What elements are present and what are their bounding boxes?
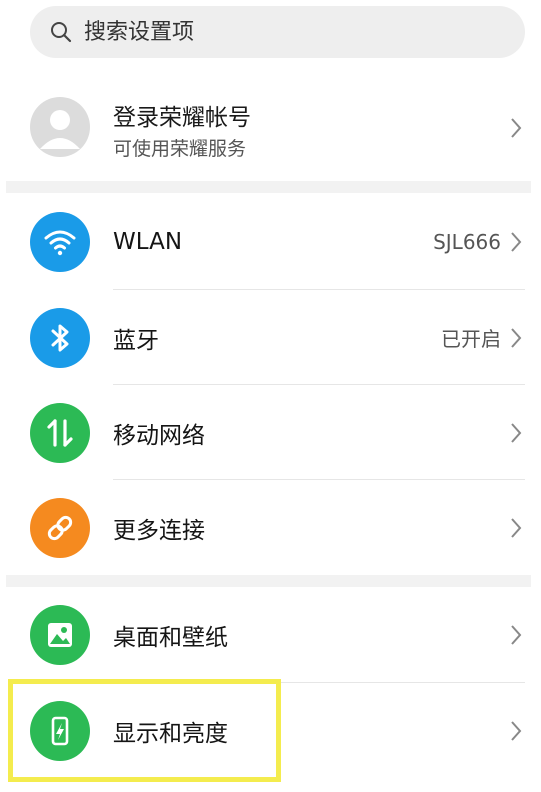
section-gap (6, 181, 531, 193)
account-title: 登录荣耀帐号 (113, 105, 251, 131)
bluetooth-status: 已开启 (441, 327, 501, 351)
settings-item-more-connections[interactable]: 更多连接 (0, 480, 541, 575)
chevron-right-icon (509, 230, 523, 254)
section-gap (6, 575, 531, 587)
link-icon (30, 497, 90, 558)
mobile-data-icon (30, 402, 90, 463)
avatar (30, 97, 90, 157)
settings-item-label: 桌面和壁纸 (113, 624, 228, 651)
settings-item-display-brightness[interactable]: 显示和亮度 (0, 683, 541, 778)
search-input[interactable] (84, 19, 464, 45)
chevron-right-icon (509, 116, 523, 140)
search-icon (50, 21, 72, 43)
bluetooth-icon (30, 307, 90, 368)
settings-item-label: 显示和亮度 (113, 720, 228, 747)
wlan-network-name: SJL666 (433, 229, 501, 254)
settings-item-label: 移动网络 (113, 422, 205, 449)
settings-item-wlan[interactable]: WLAN SJL666 (0, 194, 541, 289)
wifi-icon (30, 211, 90, 272)
display-brightness-icon (30, 700, 90, 761)
chevron-right-icon (509, 623, 523, 647)
settings-item-label: 蓝牙 (113, 327, 159, 354)
search-bar[interactable] (30, 6, 525, 58)
chevron-right-icon (509, 516, 523, 540)
settings-item-wallpaper[interactable]: 桌面和壁纸 (0, 587, 541, 682)
chevron-right-icon (509, 421, 523, 445)
wallpaper-icon (30, 604, 90, 665)
settings-item-bluetooth[interactable]: 蓝牙 已开启 (0, 290, 541, 385)
settings-item-label: WLAN (113, 228, 183, 255)
settings-item-label: 更多连接 (113, 517, 205, 544)
chevron-right-icon (509, 326, 523, 350)
settings-item-mobile-network[interactable]: 移动网络 (0, 385, 541, 480)
chevron-right-icon (509, 719, 523, 743)
account-subtitle: 可使用荣耀服务 (113, 138, 247, 160)
